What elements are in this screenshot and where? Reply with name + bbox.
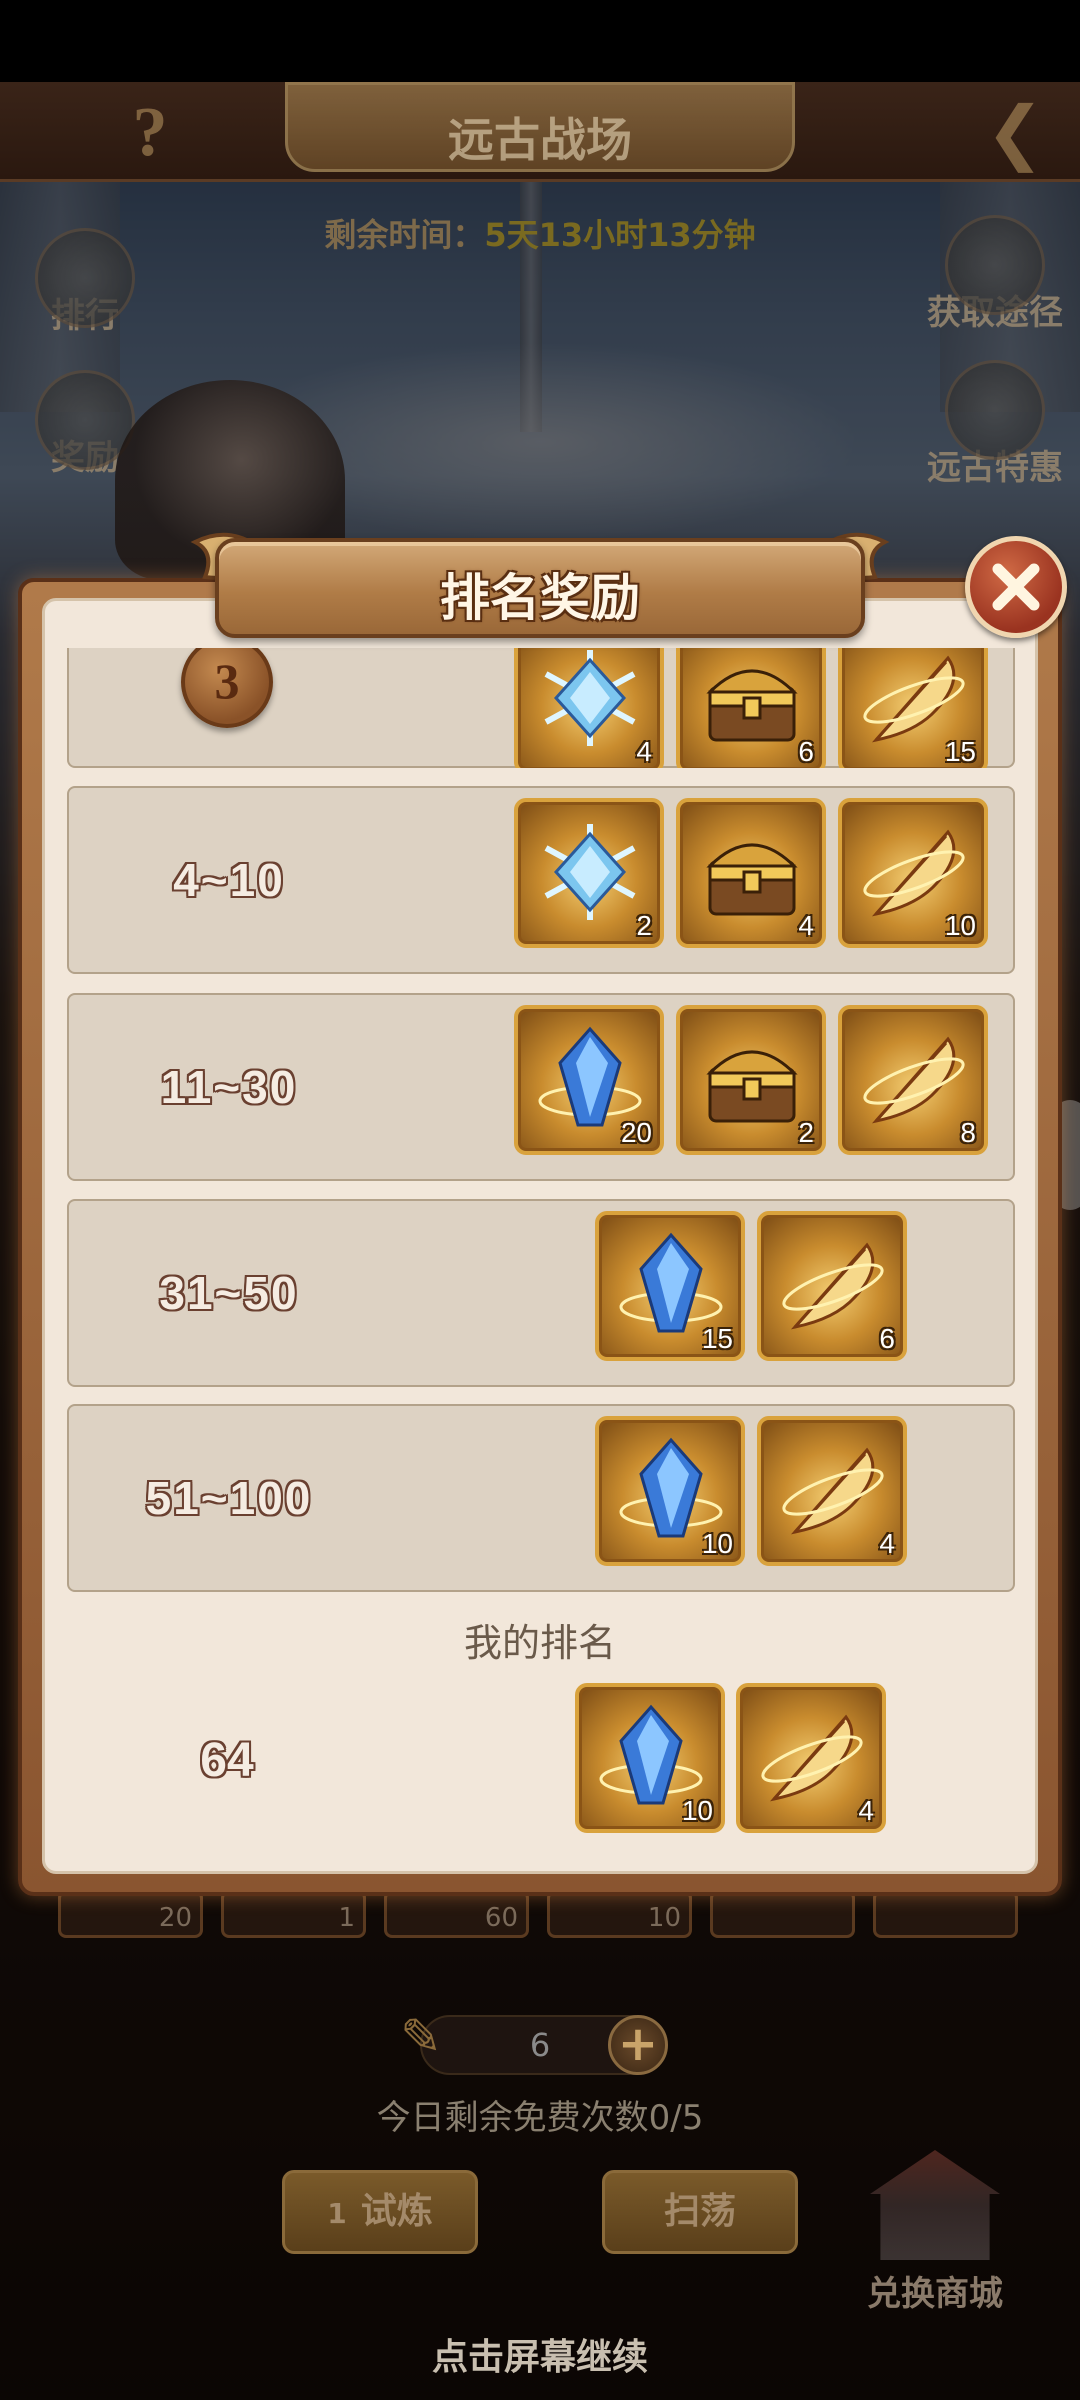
- golden-feather-icon[interactable]: 4: [736, 1683, 886, 1833]
- reward-row: 11~30 20 2 8: [67, 993, 1015, 1181]
- golden-feather-icon[interactable]: 6: [757, 1211, 907, 1361]
- treasure-chest-icon[interactable]: 4: [676, 798, 826, 948]
- rank-medal-icon: 3: [181, 648, 273, 728]
- snowflake-crystal-icon[interactable]: 2: [514, 798, 664, 948]
- golden-feather-icon[interactable]: 10: [838, 798, 988, 948]
- gift-icon: [945, 215, 1045, 315]
- trial-button[interactable]: 1 试炼: [282, 2170, 478, 2254]
- exchange-shop-button[interactable]: 兑换商城: [860, 2150, 1010, 2320]
- ancient-deal-side-button[interactable]: 远古特惠: [910, 360, 1080, 489]
- help-icon[interactable]: ?: [120, 95, 180, 170]
- obtain-way-side-button[interactable]: 获取途径: [920, 215, 1070, 334]
- preview-slot: 60: [384, 1890, 529, 1938]
- trial-cost: 1: [327, 2197, 347, 2230]
- treasure-chest-icon[interactable]: 2: [676, 1005, 826, 1155]
- blue-gem-icon[interactable]: 10: [575, 1683, 725, 1833]
- shop-house-icon: [870, 2150, 1000, 2260]
- my-rank-value: 64: [200, 1733, 254, 1787]
- compass-icon: [945, 360, 1045, 460]
- close-button[interactable]: [965, 536, 1067, 638]
- sweep-button[interactable]: 扫荡: [602, 2170, 798, 2254]
- rank-range: 31~50: [159, 1267, 299, 1319]
- add-ticket-button[interactable]: +: [608, 2015, 668, 2075]
- reward-preview-row: 20 1 60 10: [58, 1890, 1018, 1940]
- blue-gem-icon[interactable]: 20: [514, 1005, 664, 1155]
- tap-to-continue-hint[interactable]: 点击屏幕继续: [0, 2328, 1080, 2380]
- close-icon: [992, 563, 1040, 611]
- reward-row: 31~50 15 6: [67, 1199, 1015, 1387]
- preview-slot: [873, 1890, 1018, 1938]
- my-rank-heading: 我的排名: [463, 1621, 616, 1665]
- remaining-time: 剩余时间：5天13小时13分钟: [324, 216, 756, 254]
- dialog-title: 排名奖励: [440, 570, 640, 626]
- preview-slot: [710, 1890, 855, 1938]
- reward-row: 4~10 2 4 10: [67, 786, 1015, 974]
- rank-range: 11~30: [160, 1061, 298, 1113]
- trophy-icon: [35, 228, 135, 328]
- preview-slot: 10: [547, 1890, 692, 1938]
- free-attempts-text: 今日剩余免费次数0/5: [376, 2098, 704, 2138]
- golden-feather-icon[interactable]: 8: [838, 1005, 988, 1155]
- preview-slot: 1: [221, 1890, 366, 1938]
- ticket-icon: ✎: [400, 2008, 442, 2066]
- back-arrow-icon[interactable]: ❮: [970, 95, 1060, 170]
- rank-range: 4~10: [173, 854, 285, 906]
- blue-gem-icon[interactable]: 15: [595, 1211, 745, 1361]
- ranking-side-button[interactable]: 排行: [20, 228, 150, 337]
- reward-row: 51~100 10 4: [67, 1404, 1015, 1592]
- blue-gem-icon[interactable]: 10: [595, 1416, 745, 1566]
- rank-range: 51~100: [145, 1472, 313, 1524]
- preview-slot: 20: [58, 1890, 203, 1938]
- golden-feather-icon[interactable]: 4: [757, 1416, 907, 1566]
